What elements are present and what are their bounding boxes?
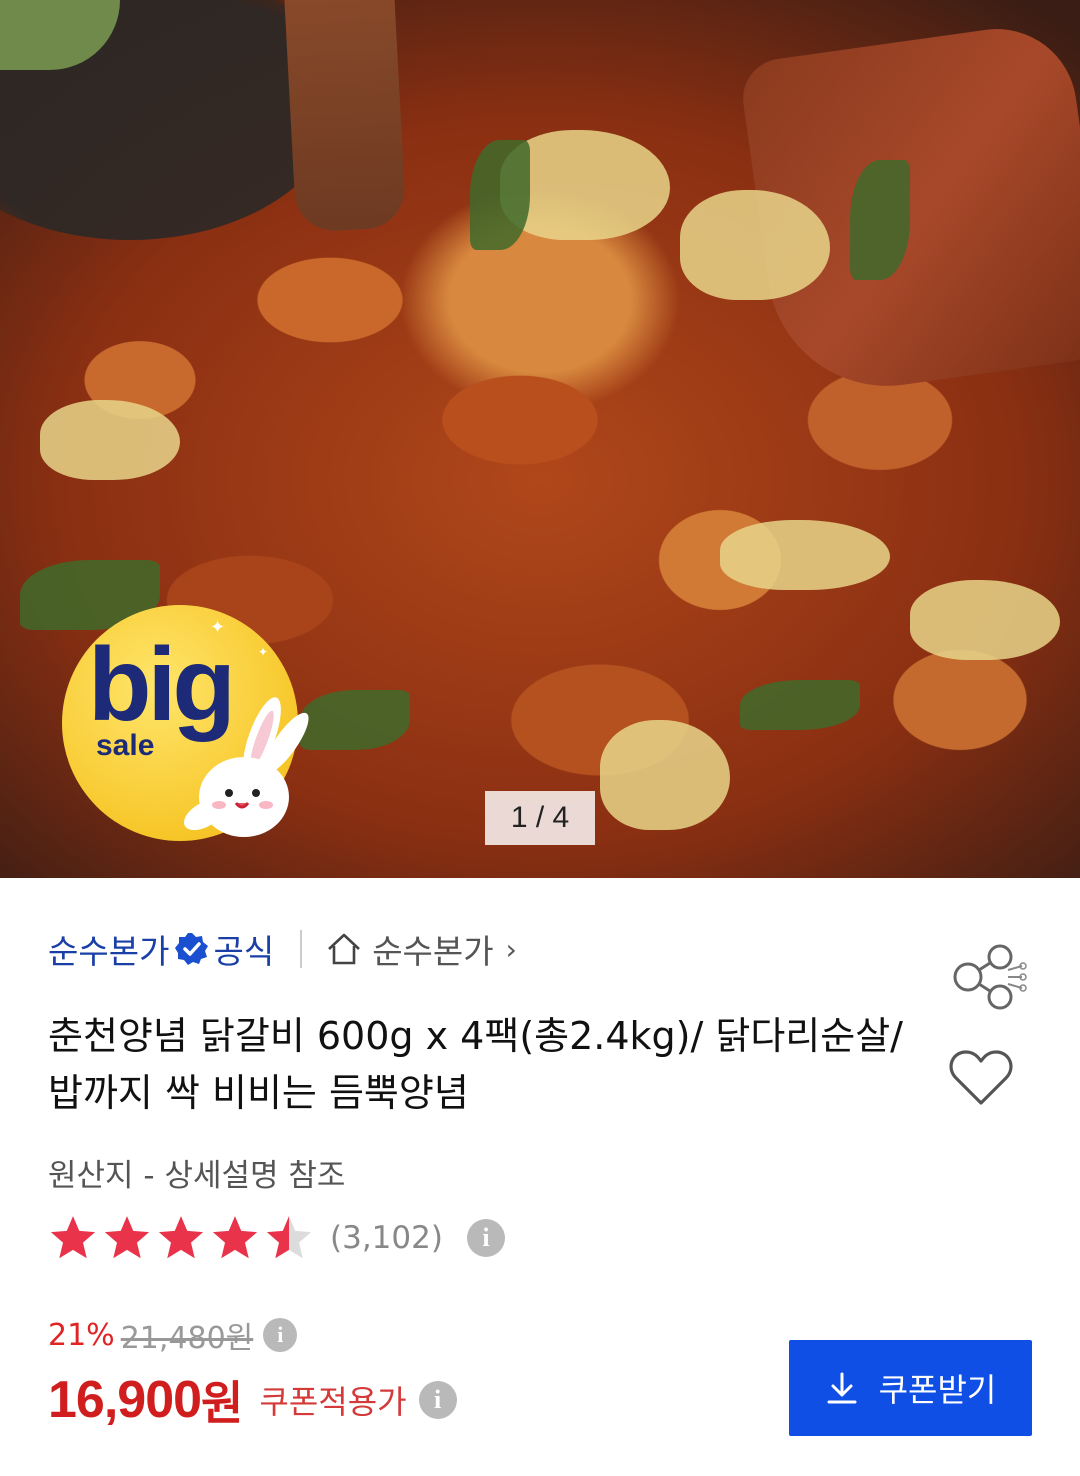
discount-percent: 21% [48, 1317, 115, 1353]
get-coupon-label: 쿠폰받기 [878, 1371, 997, 1409]
product-image[interactable]: ✦ ✦ big sale 1 / 4 [0, 0, 1080, 878]
price-row: 16,900 원 쿠폰적용가 i [48, 1370, 457, 1430]
green-leaf [850, 160, 910, 280]
download-icon [827, 1372, 857, 1404]
star-icon [50, 1216, 96, 1259]
review-count: (3,102) [330, 1220, 443, 1256]
green-leaf [470, 140, 530, 250]
cabbage-piece [680, 190, 830, 300]
share-icon[interactable] [948, 944, 1028, 1010]
chevron-right-icon: › [505, 932, 517, 966]
official-label: 공식 [213, 932, 275, 971]
discount-row: 21% 21,480원 i [48, 1314, 298, 1356]
verified-badge-icon [175, 933, 209, 965]
green-leaf [740, 680, 860, 730]
rating-row[interactable]: (3,102) i [48, 1212, 505, 1264]
sale-price: 16,900 [48, 1371, 202, 1429]
seller-row: 순수본가 공식 순수본가 › [48, 924, 517, 974]
rating-info-icon[interactable]: i [466, 1219, 505, 1257]
badge-sale-text: sale [96, 729, 155, 762]
bunny-icon [184, 697, 309, 837]
coupon-info-icon[interactable]: i [418, 1381, 457, 1419]
cabbage-piece [720, 520, 890, 590]
divider [300, 930, 303, 968]
cabbage-piece [600, 720, 730, 830]
big-sale-badge: ✦ ✦ big sale [62, 605, 309, 841]
home-icon [328, 933, 361, 965]
store-link[interactable]: 순수본가 [372, 925, 493, 973]
star-icon [212, 1216, 258, 1259]
green-leaf [300, 690, 410, 750]
wooden-spoon [283, 0, 407, 233]
original-price: 21,480원 [120, 1321, 254, 1356]
heart-icon[interactable] [948, 1048, 1014, 1108]
price-unit: 원 [201, 1376, 244, 1430]
discount-info-icon[interactable]: i [263, 1318, 298, 1352]
star-icon [104, 1216, 150, 1259]
origin-text: 원산지 - 상세설명 참조 [48, 1158, 346, 1194]
star-icon [158, 1216, 204, 1259]
product-title: 춘천양념 닭갈비 600g x 4팩(총2.4kg)/ 닭다리순살/ 밥까지 싹… [48, 1014, 903, 1115]
cabbage-piece [910, 580, 1060, 660]
image-counter: 1 / 4 [485, 791, 595, 845]
sparkle-icon: ✦ [258, 645, 269, 659]
get-coupon-button[interactable]: 쿠폰받기 [789, 1340, 1032, 1436]
cabbage-piece [40, 400, 180, 480]
brand-link[interactable]: 순수본가 [48, 925, 169, 973]
coupon-price-label: 쿠폰적용가 [259, 1383, 407, 1421]
half-star-icon [266, 1216, 312, 1259]
